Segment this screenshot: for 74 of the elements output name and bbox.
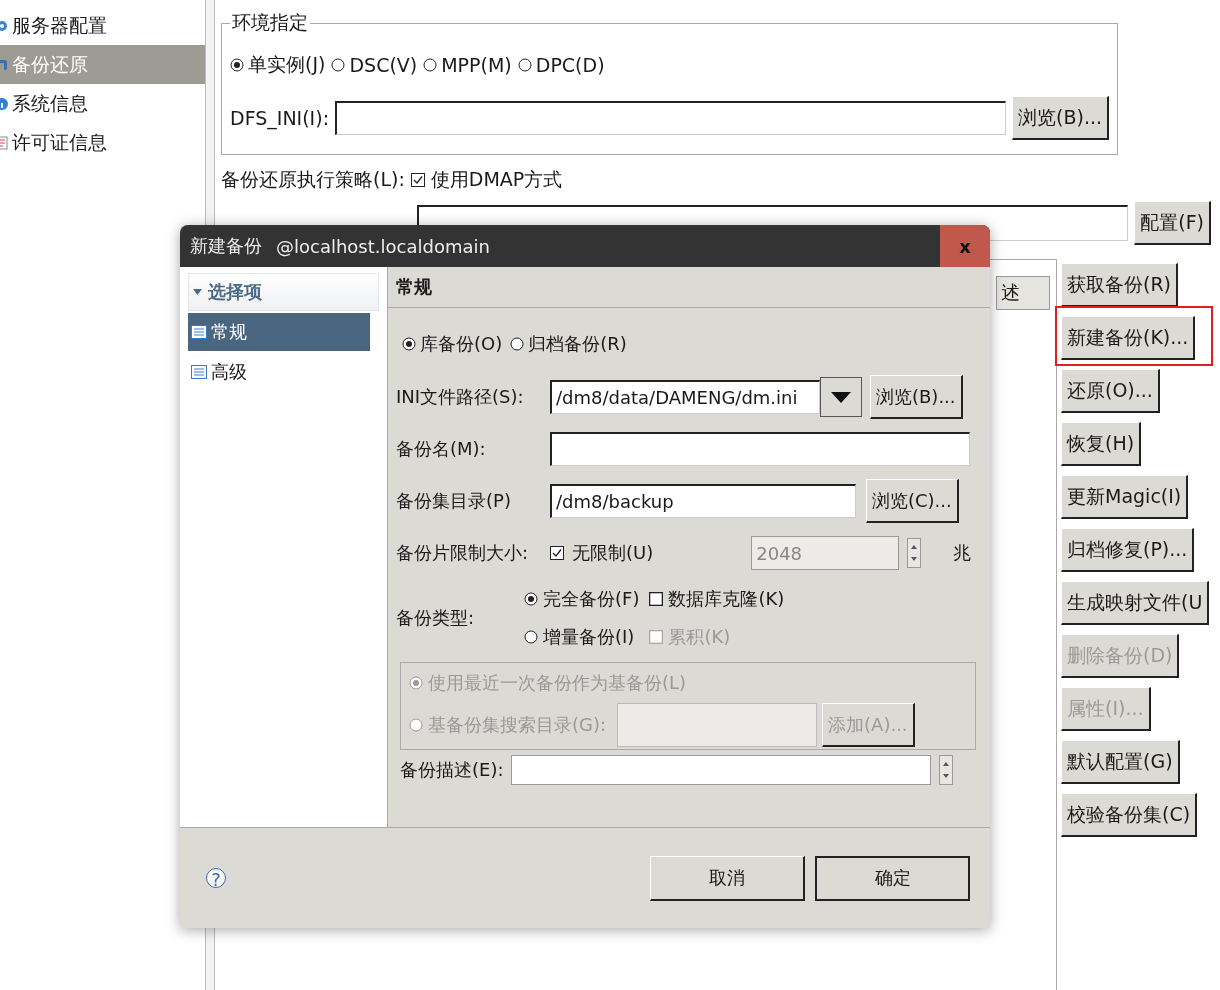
input-field[interactable]: /dm8/backup [550, 484, 856, 518]
action-button[interactable]: 更新Magic(I) [1061, 475, 1189, 519]
cancel-button[interactable]: 取消 [650, 855, 805, 901]
field-label: DFS_INI(I): [230, 107, 330, 129]
radio-button[interactable] [423, 58, 438, 72]
radio-label: 库备份(O) [420, 332, 503, 356]
field-label: 备份集目录(P) [396, 489, 512, 513]
scroll-arrows-icon[interactable] [939, 755, 954, 785]
ok-button[interactable]: 确定 [815, 855, 970, 901]
browse-button[interactable]: 浏览(B)... [870, 375, 963, 419]
radio-label: DPC(D) [535, 54, 605, 76]
radio-button[interactable] [510, 337, 525, 351]
checkbox[interactable] [649, 592, 664, 606]
checkbox[interactable] [410, 173, 425, 187]
sidebar-item[interactable]: 服务器配置 [0, 6, 205, 45]
radio-label: MPP(M) [441, 54, 512, 76]
config-button[interactable]: 配置(F) [1134, 201, 1211, 245]
path-combobox[interactable]: /dm8/data/DAMENG/dm.ini [550, 380, 820, 414]
sidebar-item[interactable]: 许可证信息 [0, 123, 205, 162]
action-button[interactable]: 新建备份(K)... [1061, 316, 1196, 360]
list-icon [191, 325, 207, 339]
radio-label: 增量备份(I) [543, 625, 635, 649]
unit-label: 兆 [953, 541, 972, 565]
action-button[interactable]: 还原(O)... [1061, 369, 1160, 413]
radio-label: 归档备份(R) [528, 332, 627, 356]
input-field[interactable] [550, 432, 970, 466]
dialog-title: 新建备份 [190, 234, 262, 258]
nav-item[interactable]: 高级 [188, 353, 370, 391]
browse-button[interactable]: 浏览(B)... [1012, 96, 1109, 140]
checkbox-label: 无限制(U) [572, 541, 654, 565]
radio-label: 完全备份(F) [543, 587, 640, 611]
group-title: 环境指定 [231, 10, 309, 35]
radio-label: DSC(V) [349, 54, 418, 76]
column-header[interactable]: 述 [996, 276, 1050, 310]
field-label: 备份还原执行策略(L): [221, 167, 405, 192]
action-button[interactable]: 校验备份集(C) [1061, 793, 1198, 837]
field-label: INI文件路径(S): [396, 385, 525, 409]
action-button[interactable]: 默认配置(G) [1061, 740, 1180, 784]
radio-button[interactable] [524, 592, 538, 606]
nav-header-label: 选择项 [208, 280, 262, 304]
help-button[interactable]: ? [206, 868, 226, 888]
radio-button[interactable] [230, 58, 244, 72]
description-field[interactable] [511, 755, 932, 785]
field-label: 备份片限制大小: [396, 541, 530, 565]
close-button[interactable]: x [940, 225, 990, 267]
dropdown-icon[interactable] [820, 377, 862, 417]
nav-item[interactable]: 常规 [188, 313, 370, 351]
section-title: 常规 [388, 267, 990, 308]
input-field[interactable] [617, 703, 818, 747]
radio-button[interactable] [524, 630, 538, 644]
radio-button[interactable] [517, 58, 532, 72]
checkbox-label: 使用DMAP方式 [430, 167, 563, 192]
radio-label: 单实例(J) [248, 52, 326, 77]
action-button[interactable]: 恢复(H) [1061, 422, 1142, 466]
checkbox[interactable] [550, 546, 564, 560]
radio-label: 基备份集搜索目录(G): [428, 713, 607, 737]
nav-header[interactable]: 选择项 [188, 273, 379, 311]
sidebar-item[interactable]: 系统信息 [0, 84, 205, 123]
radio-button[interactable] [402, 337, 416, 351]
action-button[interactable]: 获取备份(R) [1061, 263, 1179, 307]
field-label: 备份名(M): [396, 437, 487, 461]
spinner-arrows-icon[interactable] [907, 538, 922, 568]
checkbox-label: 累积(K) [668, 625, 731, 649]
field-label: 备份类型: [396, 606, 476, 630]
action-button[interactable]: 生成映射文件(U [1061, 581, 1210, 625]
field-label: 备份描述(E): [400, 758, 504, 782]
input-field[interactable] [335, 101, 1006, 135]
browse-button[interactable]: 浏览(C)... [866, 479, 959, 523]
list-icon [191, 365, 207, 379]
action-button[interactable]: 归档修复(P)... [1061, 528, 1195, 572]
host-name: @localhost.localdomain [276, 235, 490, 257]
checkbox-label: 数据库克隆(K) [668, 587, 785, 611]
caret-icon [193, 289, 202, 295]
radio-button[interactable] [331, 58, 346, 72]
